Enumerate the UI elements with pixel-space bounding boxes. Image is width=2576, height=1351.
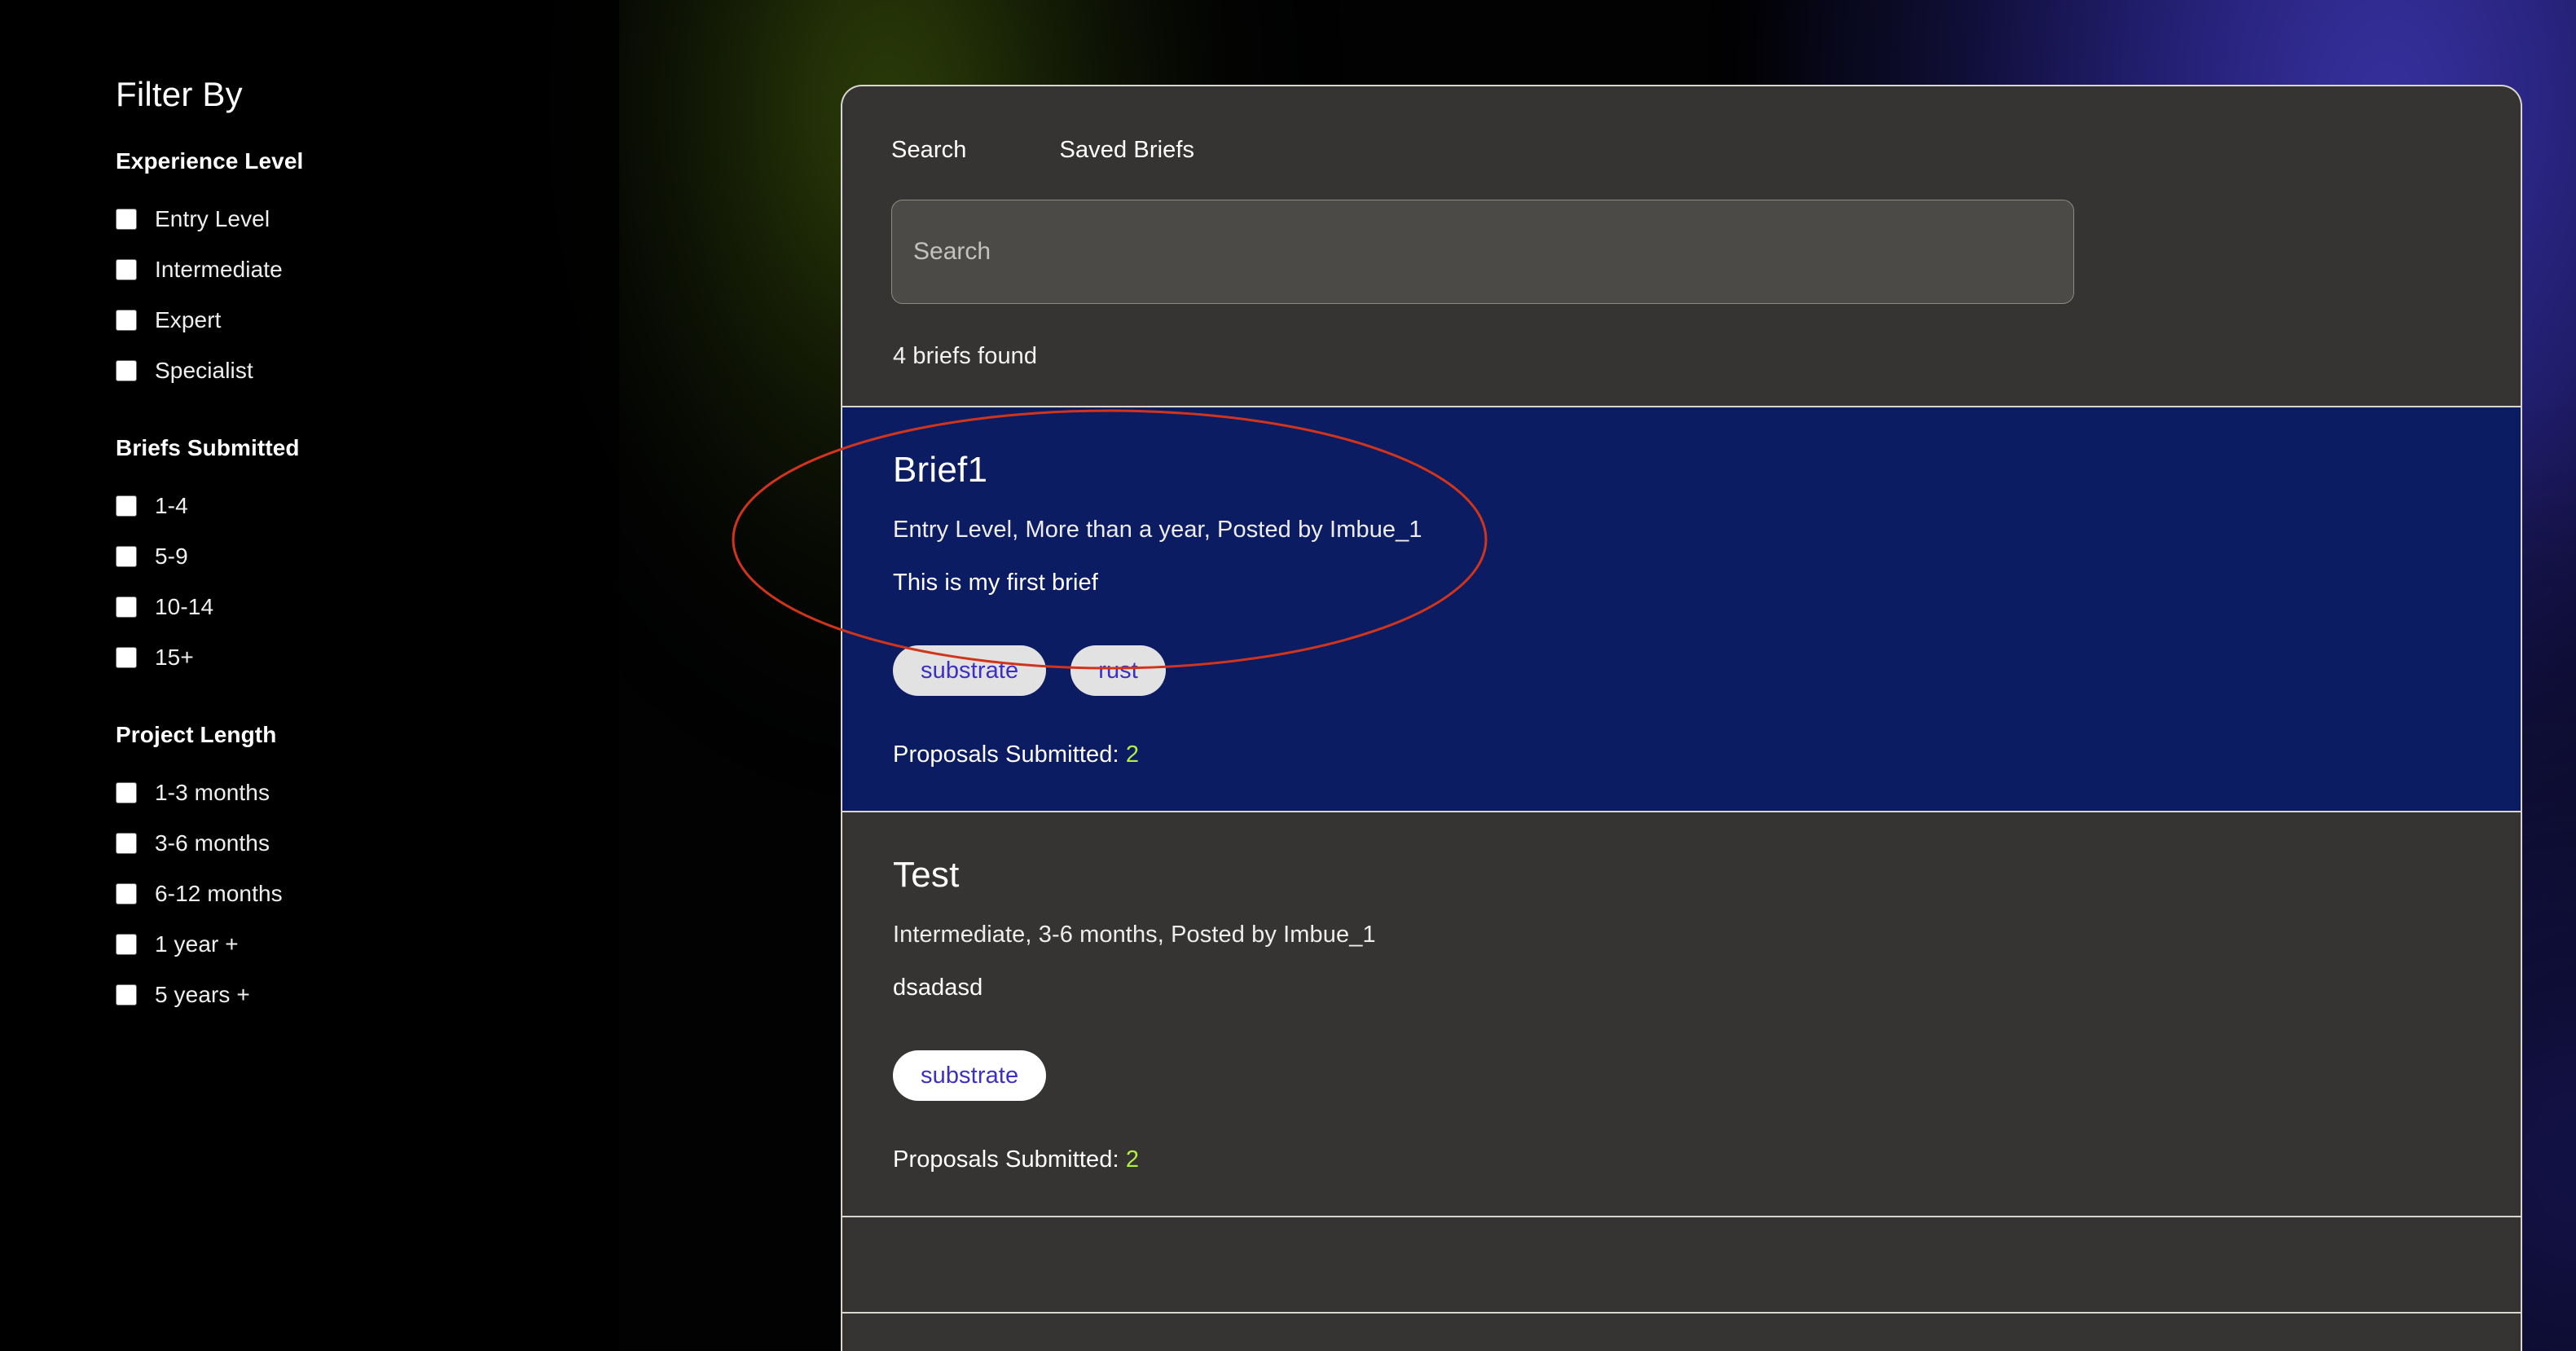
brief-proposals-label: Proposals Submitted: (893, 1146, 1119, 1173)
tab-search[interactable]: Search (891, 137, 967, 164)
brief-card-meta: Entry Level, More than a year, Posted by… (893, 517, 1422, 543)
brief-card[interactable]: Test Intermediate, 3-6 months, Posted by … (842, 811, 2521, 1217)
filter-option-label: Intermediate (155, 257, 283, 282)
briefs-panel: Search Saved Briefs 4 briefs found Brief1… (841, 85, 2522, 1351)
filter-option-row[interactable]: Specialist (116, 345, 702, 396)
brief-card-tag-row: substrate rust (893, 645, 2470, 696)
brief-card-description: This is my first brief (893, 570, 1098, 596)
filter-group: Experience Level Entry Level Intermediate E… (116, 148, 702, 396)
checkbox-icon[interactable] (116, 209, 137, 230)
brief-proposals-count: 2 (1125, 1146, 1140, 1173)
brief-tag[interactable]: substrate (893, 645, 1047, 696)
filter-option-label: 5-9 (155, 543, 188, 569)
filter-option-label: 1-4 (155, 493, 188, 518)
filter-group-list: Experience Level Entry Level Intermediate E… (116, 148, 702, 1020)
checkbox-icon[interactable] (116, 495, 137, 517)
filter-by-heading: Filter By (116, 75, 243, 113)
filter-option-row[interactable]: Expert (116, 295, 702, 345)
filter-group: Project Length 1-3 months 3-6 months 6-12 m… (116, 722, 702, 1020)
filter-option-label: Specialist (155, 358, 253, 383)
brief-proposals-row: Proposals Submitted: 2 (893, 1146, 2470, 1173)
filter-option-row[interactable]: 1-3 months (116, 768, 702, 818)
filter-option-row[interactable]: 3-6 months (116, 818, 702, 869)
filter-option-row[interactable]: 1-4 (116, 481, 702, 531)
filter-option-row[interactable]: Entry Level (116, 194, 702, 244)
search-input[interactable] (891, 200, 2074, 304)
filter-option-label: 15+ (155, 645, 194, 670)
checkbox-icon[interactable] (116, 647, 137, 668)
tab-saved-briefs[interactable]: Saved Briefs (1060, 137, 1195, 164)
app-root: Filter By Experience Level Entry Level Int… (0, 0, 2576, 1351)
filter-option-label: 3-6 months (155, 830, 270, 856)
brief-card[interactable]: Brief1 Entry Level, More than a year, Pos… (842, 406, 2521, 812)
filter-option-row[interactable]: 5-9 (116, 531, 702, 582)
filter-option-row[interactable]: Intermediate (116, 244, 702, 295)
filter-option-label: Entry Level (155, 206, 270, 231)
brief-card-description: dsadasd (893, 975, 983, 1001)
filter-option-row[interactable]: 15+ (116, 632, 702, 683)
brief-card[interactable] (842, 1216, 2521, 1314)
filter-option-label: Expert (155, 307, 222, 332)
filter-option-label: 1 year + (155, 931, 239, 957)
filter-group: Briefs Submitted 1-4 5-9 10-14 15+ (116, 435, 702, 683)
brief-card-tag-row: substrate (893, 1050, 2470, 1101)
filter-group-title: Experience Level (116, 148, 304, 174)
filter-group-title: Briefs Submitted (116, 435, 300, 460)
filter-option-row[interactable]: 6-12 months (116, 869, 702, 919)
filter-option-row[interactable]: 1 year + (116, 919, 702, 970)
filter-option-label: 5 years + (155, 982, 250, 1007)
checkbox-icon[interactable] (116, 360, 137, 381)
brief-tag[interactable]: rust (1070, 645, 1166, 696)
checkbox-icon[interactable] (116, 596, 137, 618)
brief-card-title: Test (893, 855, 960, 895)
filter-option-label: 1-3 months (155, 780, 270, 805)
search-field-wrapper (842, 164, 2521, 304)
filter-group-title: Project Length (116, 722, 277, 747)
checkbox-icon[interactable] (116, 782, 137, 803)
filter-option-row[interactable]: 10-14 (116, 582, 702, 632)
brief-proposals-row: Proposals Submitted: 2 (893, 742, 2470, 768)
checkbox-icon[interactable] (116, 310, 137, 331)
filter-option-label: 10-14 (155, 594, 214, 619)
results-count-label: 4 briefs found (893, 343, 1038, 369)
filter-option-label: 6-12 months (155, 881, 283, 906)
panel-tabs: Search Saved Briefs (842, 86, 2521, 164)
checkbox-icon[interactable] (116, 934, 137, 955)
checkbox-icon[interactable] (116, 984, 137, 1006)
brief-proposals-count: 2 (1125, 742, 1140, 768)
filter-sidebar: Filter By Experience Level Entry Level Int… (116, 75, 702, 1059)
checkbox-icon[interactable] (116, 546, 137, 567)
checkbox-icon[interactable] (116, 833, 137, 854)
brief-proposals-label: Proposals Submitted: (893, 742, 1119, 768)
brief-tag[interactable]: substrate (893, 1050, 1047, 1101)
brief-card-list: Brief1 Entry Level, More than a year, Pos… (842, 406, 2521, 1314)
checkbox-icon[interactable] (116, 883, 137, 904)
checkbox-icon[interactable] (116, 259, 137, 280)
filter-option-row[interactable]: 5 years + (116, 970, 702, 1020)
brief-card-meta: Intermediate, 3-6 months, Posted by Imbu… (893, 922, 1376, 948)
brief-card-title: Brief1 (893, 450, 988, 490)
